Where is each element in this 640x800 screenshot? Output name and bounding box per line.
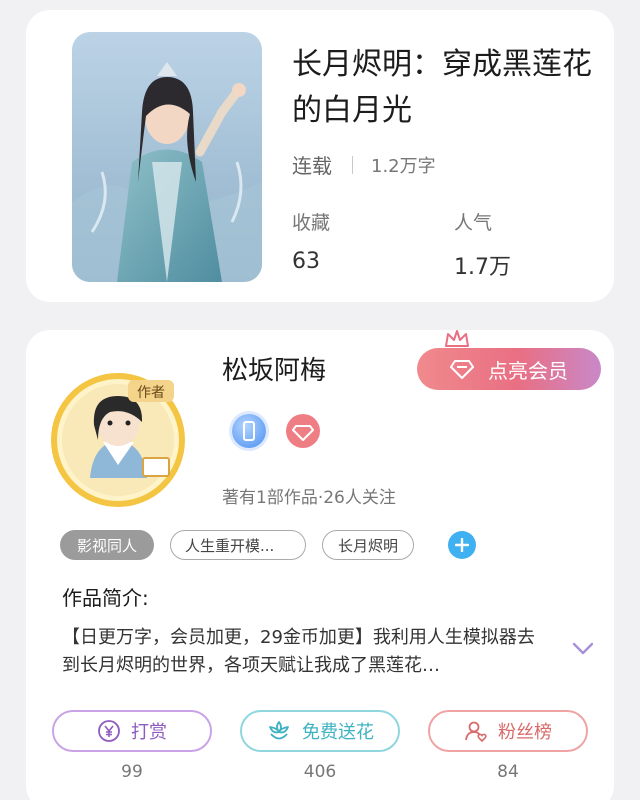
plus-icon: [455, 538, 469, 552]
vip-button-label: 点亮会员: [488, 358, 568, 383]
favorites-stat: 收藏 63: [292, 208, 330, 274]
tag-item[interactable]: 影视同人: [60, 530, 154, 560]
fan-count: 84: [497, 762, 519, 782]
phone-badge-icon[interactable]: [232, 414, 266, 448]
activate-vip-button[interactable]: 点亮会员: [417, 348, 601, 390]
flower-icon: [269, 721, 289, 740]
chevron-down-icon[interactable]: [572, 642, 594, 656]
meta-divider: [352, 155, 353, 174]
book-meta: 连载 1.2万字: [292, 150, 436, 179]
favorites-label: 收藏: [292, 212, 331, 234]
flower-count: 406: [303, 762, 337, 782]
reward-count: 99: [121, 762, 143, 782]
author-info-card: 作者 松坂阿梅 点亮会员 著有1部作品·26人关注 影视同人 人生重开模... …: [26, 330, 614, 800]
avatar-author-badge: 作者: [137, 385, 165, 401]
author-avatar[interactable]: 作者: [48, 370, 188, 510]
book-word-count: 1.2万字: [371, 155, 436, 177]
send-flower-button[interactable]: 免费送花: [240, 710, 400, 752]
book-cover-image[interactable]: [72, 32, 262, 282]
reward-button[interactable]: 打赏: [52, 710, 212, 752]
favorites-value: 63: [292, 249, 320, 274]
book-status: 连载: [292, 154, 332, 178]
book-info-card: 长月烬明：穿成黑莲花的白月光 连载 1.2万字 收藏 63 人气 1.7万: [26, 10, 614, 302]
diamond-icon: [450, 360, 474, 379]
intro-text: 【日更万字，会员加更，29金币加更】我利用人生模拟器去到长月烬明的世界，各项天赋…: [62, 627, 535, 676]
author-works-summary: 著有1部作品·26人关注: [222, 488, 396, 508]
send-flower-label: 免费送花: [302, 722, 374, 743]
tag-item[interactable]: 长月烬明: [322, 530, 414, 560]
book-title: 长月烬明：穿成黑莲花的白月光: [292, 47, 592, 128]
tag-list: 影视同人 人生重开模... 长月烬明: [60, 530, 476, 560]
crown-icon: [445, 330, 469, 347]
yen-coin-icon: [98, 720, 120, 742]
popularity-label: 人气: [454, 212, 493, 234]
intro-heading: 作品简介:: [62, 586, 149, 610]
diamond-badge-icon[interactable]: [286, 414, 320, 448]
tag-item[interactable]: 人生重开模...: [170, 530, 306, 560]
add-tag-button[interactable]: [448, 531, 476, 559]
fan-ranking-label: 粉丝榜: [498, 722, 552, 743]
author-name[interactable]: 松坂阿梅: [222, 350, 326, 387]
popularity-stat: 人气 1.7万: [454, 208, 511, 281]
fan-person-icon: [465, 721, 487, 743]
popularity-value: 1.7万: [454, 255, 511, 280]
fan-ranking-button[interactable]: 粉丝榜: [428, 710, 588, 752]
reward-label: 打赏: [131, 722, 167, 743]
